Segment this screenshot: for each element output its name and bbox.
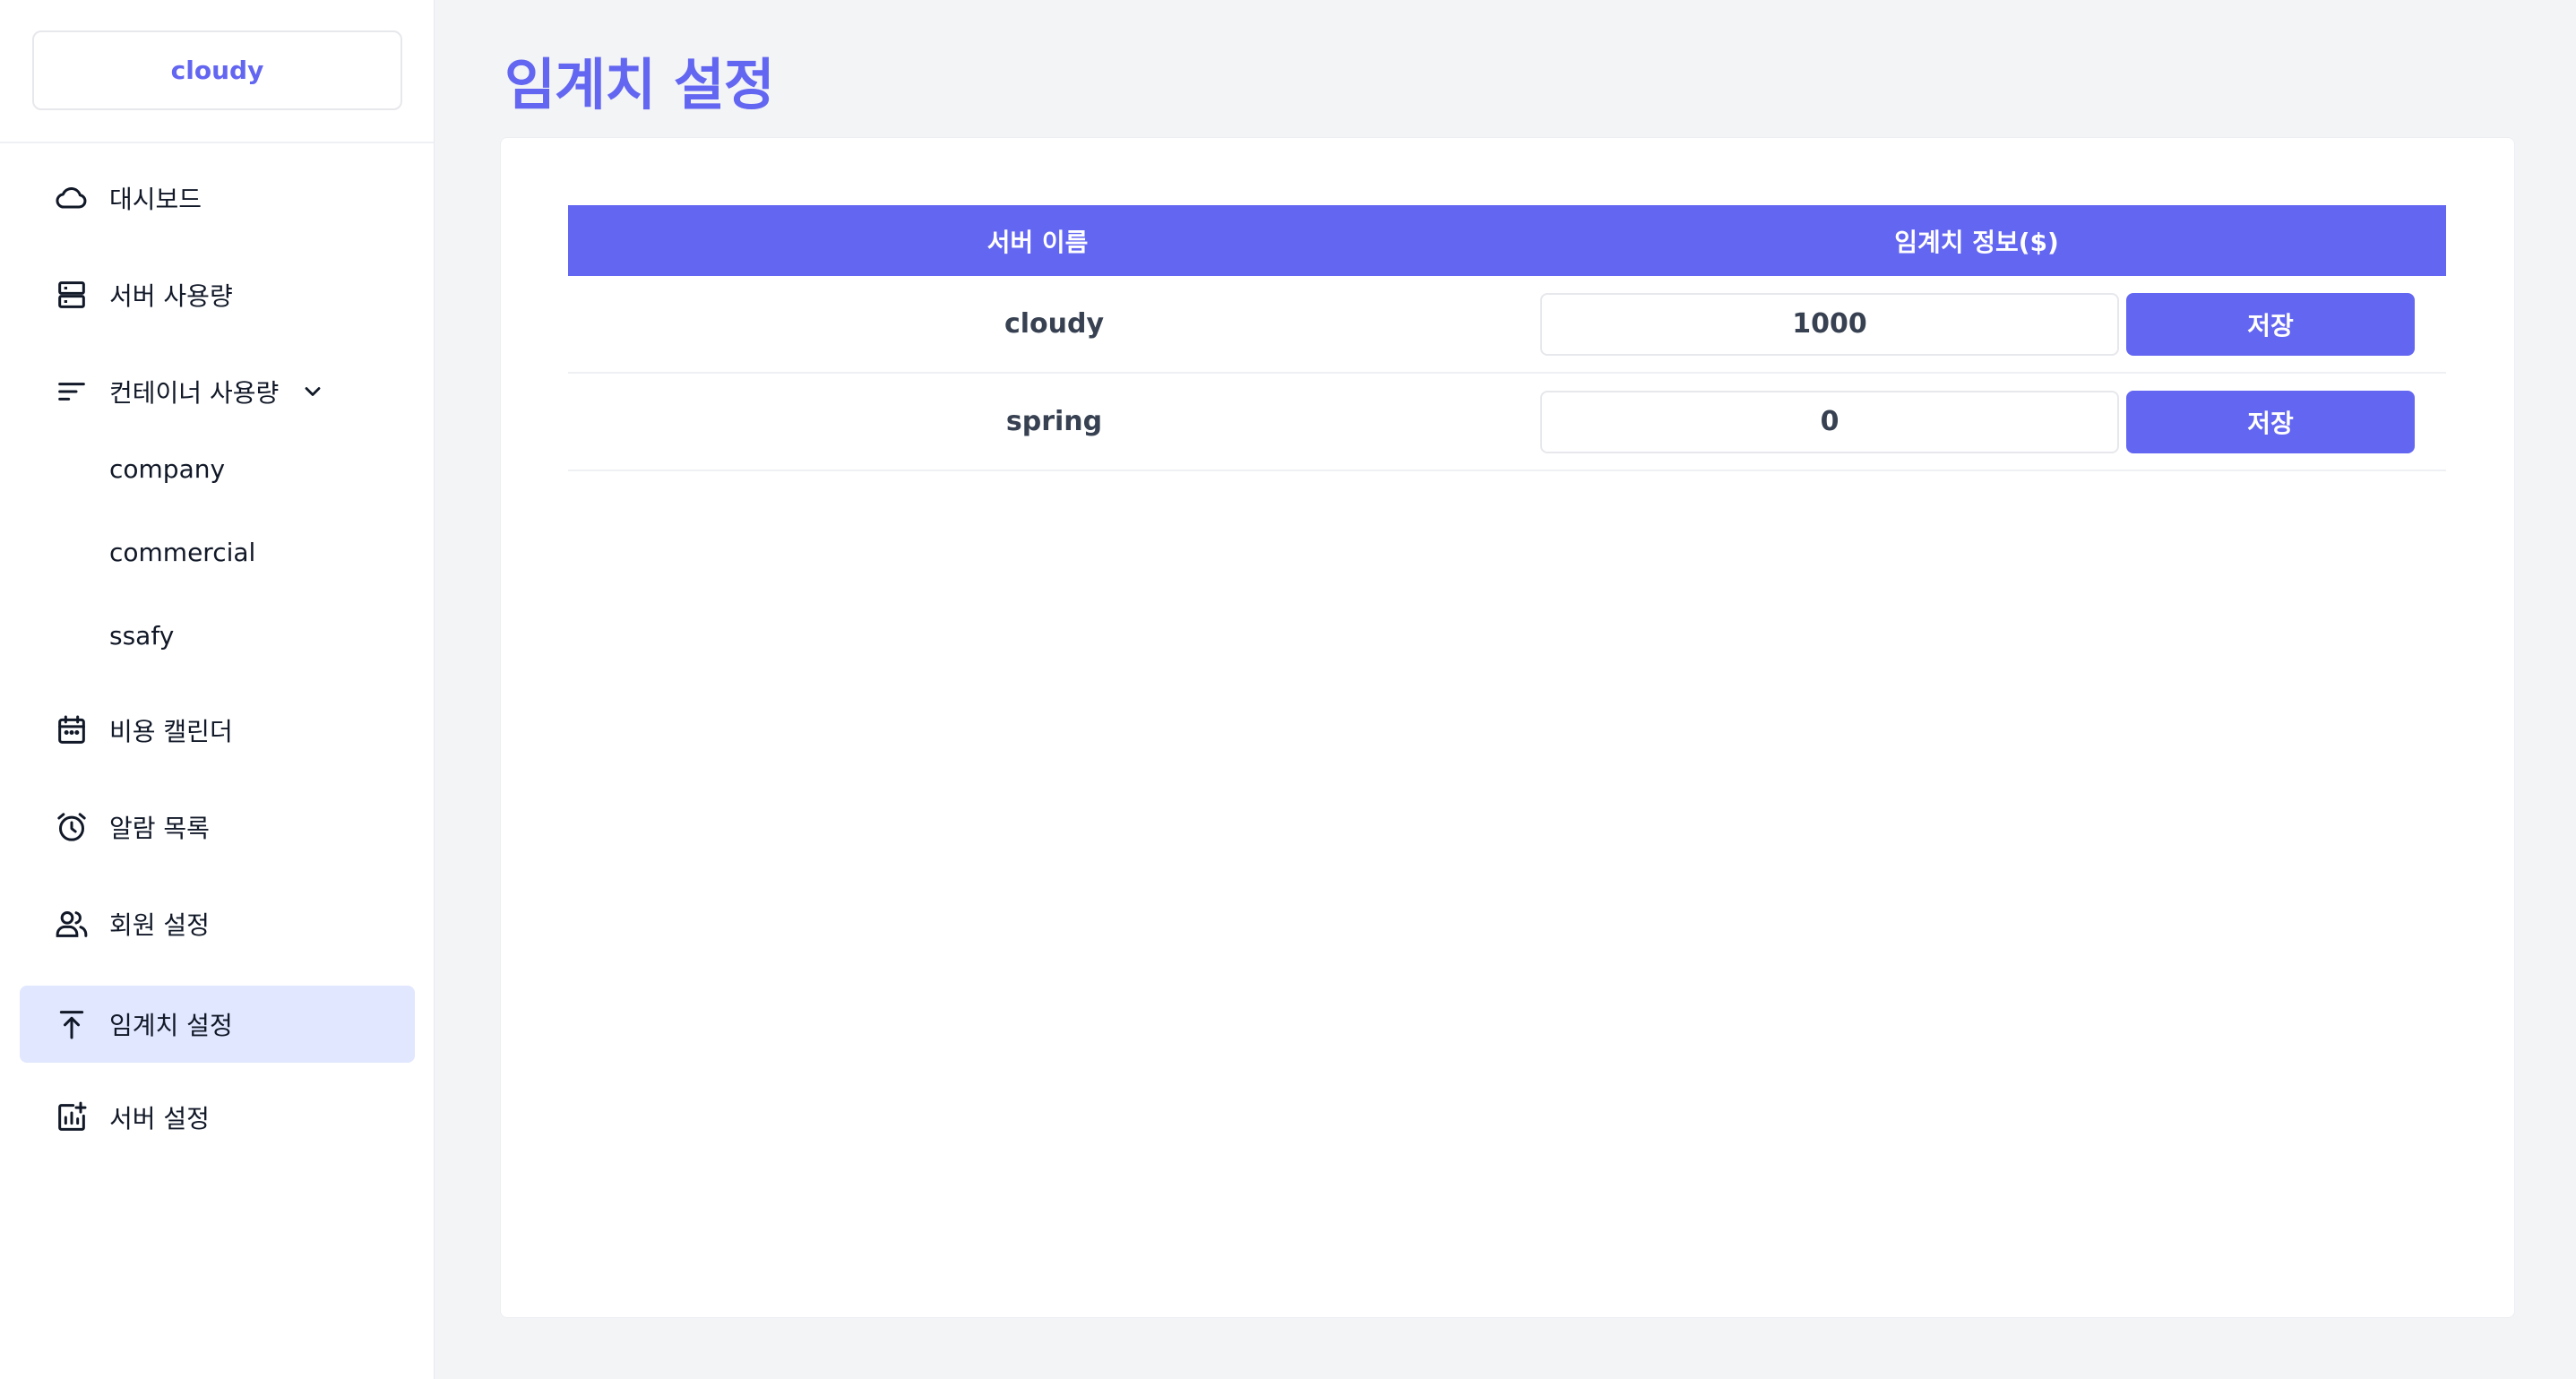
chart-plus-icon	[54, 1099, 90, 1135]
sidebar-item-threshold-settings[interactable]: 임계치 설정	[20, 986, 415, 1063]
sidebar-item-label: 대시보드	[109, 185, 202, 214]
table-row: spring 저장	[568, 374, 2446, 471]
brand-logo[interactable]: cloudy	[32, 30, 402, 110]
threshold-input[interactable]	[1540, 390, 2119, 453]
sidebar-item-label: 회원 설정	[109, 910, 210, 940]
sidebar-item-container-usage[interactable]: 컨테이너 사용량	[20, 353, 415, 430]
table-row: cloudy 저장	[568, 276, 2446, 374]
cloud-icon	[54, 180, 90, 216]
threshold-input[interactable]	[1540, 292, 2119, 356]
brand-area: cloudy	[0, 0, 434, 143]
save-button[interactable]: 저장	[2126, 292, 2415, 356]
sidebar-item-label: 비용 캘린더	[109, 717, 233, 746]
sidebar-item-label: 서버 사용량	[109, 281, 233, 311]
main-content: 임계치 설정 서버 이름 임계치 정보($) cloudy 저장 spring …	[435, 0, 2576, 1379]
sidebar: cloudy 대시보드 서버 사용량 컨테이너 사용량 company comm…	[0, 0, 435, 1379]
alarm-clock-icon	[54, 809, 90, 845]
sidebar-item-label: 알람 목록	[109, 814, 210, 843]
sidebar-item-alarm-list[interactable]: 알람 목록	[20, 789, 415, 866]
sidebar-item-label: 컨테이너 사용량	[109, 378, 280, 408]
save-button[interactable]: 저장	[2126, 390, 2415, 453]
server-name-cell: spring	[1005, 406, 1103, 437]
sidebar-item-server-usage[interactable]: 서버 사용량	[20, 256, 415, 333]
app-root: cloudy 대시보드 서버 사용량 컨테이너 사용량 company comm…	[0, 0, 2576, 1379]
threshold-card: 서버 이름 임계치 정보($) cloudy 저장 spring 저장	[500, 137, 2515, 1318]
sort-lines-icon	[54, 374, 90, 409]
sidebar-subitem-company[interactable]: company	[109, 446, 225, 491]
server-icon	[54, 277, 90, 313]
table-header: 서버 이름 임계치 정보($)	[568, 205, 2446, 276]
threshold-table: 서버 이름 임계치 정보($) cloudy 저장 spring 저장	[568, 205, 2446, 471]
users-icon	[54, 906, 90, 942]
server-name-cell: cloudy	[1004, 308, 1105, 340]
sidebar-item-label: 서버 설정	[109, 1104, 210, 1133]
upload-arrow-icon	[54, 1006, 90, 1042]
column-header-server-name: 서버 이름	[986, 227, 1089, 257]
sidebar-item-server-settings[interactable]: 서버 설정	[20, 1079, 415, 1156]
column-header-threshold: 임계치 정보($)	[1894, 227, 2059, 257]
sidebar-item-dashboard[interactable]: 대시보드	[20, 159, 415, 237]
sidebar-subitem-commercial[interactable]: commercial	[109, 530, 255, 574]
chevron-down-icon[interactable]	[300, 379, 325, 404]
sidebar-item-member-settings[interactable]: 회원 설정	[20, 885, 415, 962]
sidebar-item-cost-calendar[interactable]: 비용 캘린더	[20, 692, 415, 769]
sidebar-item-label: 임계치 설정	[109, 1011, 233, 1040]
calendar-icon	[54, 712, 90, 748]
page-title: 임계치 설정	[504, 52, 775, 117]
sidebar-subitem-ssafy[interactable]: ssafy	[109, 613, 174, 658]
